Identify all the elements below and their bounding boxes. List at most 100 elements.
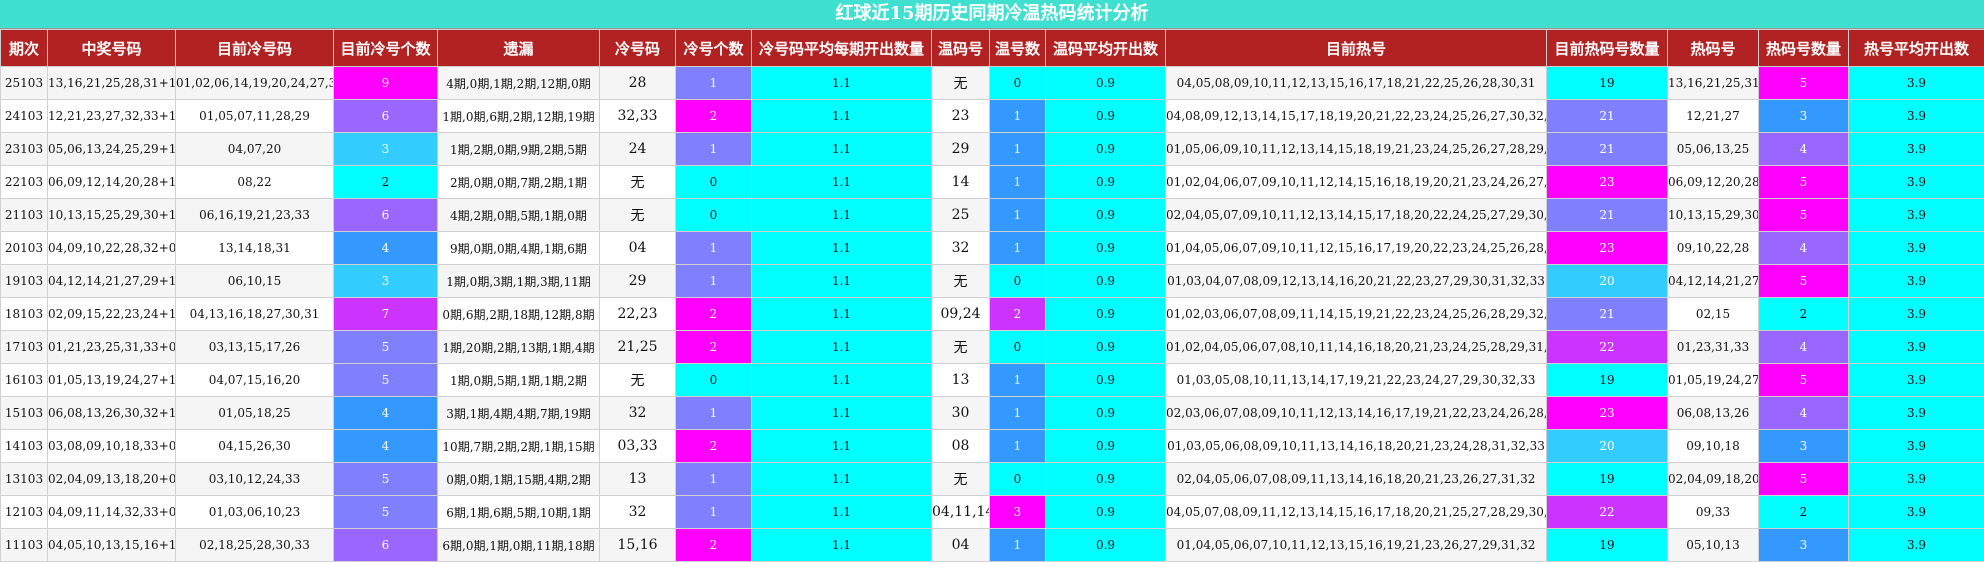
table-row: 2210306,09,12,14,20,28+1008,2222期,0期,0期,… (1, 166, 1984, 199)
hot-code-count-cell: 5 (1759, 199, 1849, 232)
table-row: 1610301,05,13,19,24,27+1104,07,15,16,205… (1, 364, 1984, 397)
hot-code-count-cell: 5 (1759, 265, 1849, 298)
winning-numbers-cell: 12,21,23,27,32,33+15 (48, 100, 176, 133)
warm-code-cell: 23 (932, 100, 990, 133)
cold-code-cell: 29 (600, 265, 676, 298)
cold-average-cell: 1.1 (752, 166, 932, 199)
warm-average-cell: 0.9 (1046, 265, 1166, 298)
table-row: 1910304,12,14,21,27,29+1206,10,1531期,0期,… (1, 265, 1984, 298)
period-cell: 24103 (1, 100, 48, 133)
cold-numbers-cell: 04,07,20 (176, 133, 334, 166)
cold-average-cell: 1.1 (752, 199, 932, 232)
warm-code-cell: 13 (932, 364, 990, 397)
warm-count-cell: 1 (990, 100, 1046, 133)
warm-average-cell: 0.9 (1046, 364, 1166, 397)
stats-page: 红球近15期历史同期冷温热码统计分析 期次中奖号码目前冷号码目前冷号个数遗漏冷号… (0, 0, 1984, 561)
cold-code-cell: 03,33 (600, 430, 676, 463)
table-row: 1210304,09,11,14,32,33+0201,03,06,10,235… (1, 496, 1984, 529)
hot-numbers-cell: 01,02,04,05,06,07,08,10,11,14,16,18,20,2… (1166, 331, 1547, 364)
period-cell: 23103 (1, 133, 48, 166)
warm-average-cell: 0.9 (1046, 331, 1166, 364)
hot-average-cell: 3.9 (1849, 331, 1984, 364)
cold-count-cell: 3 (334, 265, 438, 298)
table-row: 1810302,09,15,22,23,24+1604,13,16,18,27,… (1, 298, 1984, 331)
hot-code-count-cell: 5 (1759, 463, 1849, 496)
table-row: 2010304,09,10,22,28,32+0813,14,18,3149期,… (1, 232, 1984, 265)
hot-code-cell: 05,10,13 (1668, 529, 1759, 562)
period-cell: 21103 (1, 199, 48, 232)
hot-numbers-cell: 02,04,05,07,09,10,11,12,13,14,15,17,18,2… (1166, 199, 1547, 232)
winning-numbers-cell: 10,13,15,25,29,30+15 (48, 199, 176, 232)
cold-numbers-cell: 04,13,16,18,27,30,31 (176, 298, 334, 331)
hot-count-cell: 21 (1547, 100, 1668, 133)
table-row: 2310305,06,13,24,25,29+1504,07,2031期,2期,… (1, 133, 1984, 166)
cold-numbers-cell: 06,16,19,21,23,33 (176, 199, 334, 232)
hot-code-count-cell: 2 (1759, 298, 1849, 331)
column-header: 热码号数量 (1759, 30, 1849, 67)
warm-code-cell: 29 (932, 133, 990, 166)
period-cell: 12103 (1, 496, 48, 529)
winning-numbers-cell: 02,09,15,22,23,24+16 (48, 298, 176, 331)
hot-average-cell: 3.9 (1849, 529, 1984, 562)
hot-code-cell: 13,16,21,25,31 (1668, 67, 1759, 100)
cold-count-cell: 2 (334, 166, 438, 199)
miss-cell: 6期,0期,1期,0期,11期,18期 (438, 529, 600, 562)
winning-numbers-cell: 04,05,10,13,15,16+12 (48, 529, 176, 562)
hot-average-cell: 3.9 (1849, 232, 1984, 265)
winning-numbers-cell: 03,08,09,10,18,33+04 (48, 430, 176, 463)
column-header: 热码号 (1668, 30, 1759, 67)
hot-code-count-cell: 3 (1759, 430, 1849, 463)
period-cell: 18103 (1, 298, 48, 331)
warm-code-cell: 无 (932, 265, 990, 298)
period-cell: 15103 (1, 397, 48, 430)
hot-code-count-cell: 5 (1759, 67, 1849, 100)
period-cell: 22103 (1, 166, 48, 199)
hot-average-cell: 3.9 (1849, 133, 1984, 166)
table-row: 1510306,08,13,26,30,32+1401,05,18,2543期,… (1, 397, 1984, 430)
hot-code-cell: 09,10,18 (1668, 430, 1759, 463)
miss-cell: 9期,0期,0期,4期,1期,6期 (438, 232, 600, 265)
hot-code-count-cell: 4 (1759, 397, 1849, 430)
column-header: 冷号码平均每期开出数量 (752, 30, 932, 67)
cold-code-count-cell: 1 (676, 67, 752, 100)
cold-code-count-cell: 0 (676, 364, 752, 397)
hot-count-cell: 20 (1547, 265, 1668, 298)
warm-count-cell: 0 (990, 67, 1046, 100)
hot-numbers-cell: 04,05,08,09,10,11,12,13,15,16,17,18,21,2… (1166, 67, 1547, 100)
cold-code-count-cell: 2 (676, 100, 752, 133)
hot-numbers-cell: 01,05,06,09,10,11,12,13,14,15,18,19,21,2… (1166, 133, 1547, 166)
period-cell: 19103 (1, 265, 48, 298)
table-row: 1110304,05,10,13,15,16+1202,18,25,28,30,… (1, 529, 1984, 562)
table-row: 1310302,04,09,13,18,20+0703,10,12,24,335… (1, 463, 1984, 496)
cold-count-cell: 7 (334, 298, 438, 331)
cold-numbers-cell: 02,18,25,28,30,33 (176, 529, 334, 562)
hot-code-cell: 12,21,27 (1668, 100, 1759, 133)
hot-count-cell: 20 (1547, 430, 1668, 463)
cold-code-count-cell: 0 (676, 199, 752, 232)
cold-count-cell: 4 (334, 397, 438, 430)
cold-count-cell: 5 (334, 463, 438, 496)
hot-code-cell: 04,12,14,21,27 (1668, 265, 1759, 298)
miss-cell: 4期,2期,0期,5期,1期,0期 (438, 199, 600, 232)
cold-numbers-cell: 01,02,06,14,19,20,24,27,33 (176, 67, 334, 100)
hot-count-cell: 23 (1547, 397, 1668, 430)
miss-cell: 0期,6期,2期,18期,12期,8期 (438, 298, 600, 331)
winning-numbers-cell: 02,04,09,13,18,20+07 (48, 463, 176, 496)
warm-code-cell: 32 (932, 232, 990, 265)
winning-numbers-cell: 05,06,13,24,25,29+15 (48, 133, 176, 166)
winning-numbers-cell: 04,09,11,14,32,33+02 (48, 496, 176, 529)
cold-code-cell: 22,23 (600, 298, 676, 331)
hot-numbers-cell: 04,05,07,08,09,11,12,13,14,15,16,17,18,2… (1166, 496, 1547, 529)
hot-average-cell: 3.9 (1849, 67, 1984, 100)
cold-numbers-cell: 01,05,18,25 (176, 397, 334, 430)
hot-average-cell: 3.9 (1849, 298, 1984, 331)
cold-code-count-cell: 1 (676, 496, 752, 529)
warm-code-cell: 无 (932, 67, 990, 100)
cold-average-cell: 1.1 (752, 298, 932, 331)
hot-numbers-cell: 01,04,05,06,07,09,10,11,12,15,16,17,19,2… (1166, 232, 1547, 265)
hot-average-cell: 3.9 (1849, 430, 1984, 463)
warm-average-cell: 0.9 (1046, 199, 1166, 232)
warm-average-cell: 0.9 (1046, 298, 1166, 331)
hot-code-cell: 10,13,15,29,30 (1668, 199, 1759, 232)
warm-average-cell: 0.9 (1046, 529, 1166, 562)
